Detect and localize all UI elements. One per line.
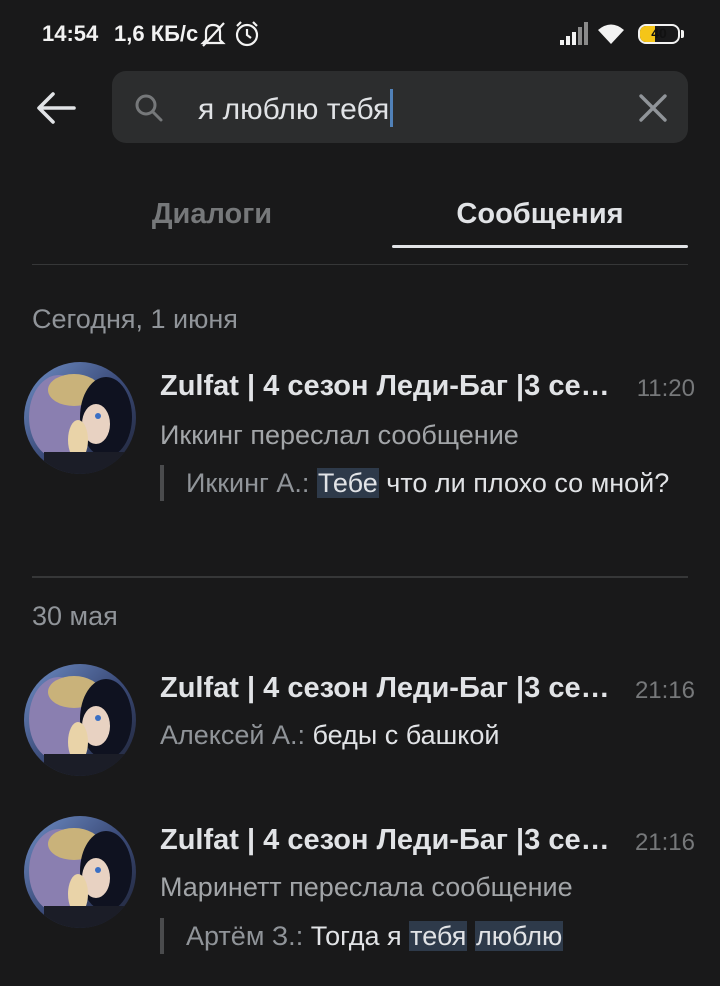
message-time: 11:20 [636,375,695,402]
search-highlight: Тебе [316,468,379,498]
mute-icon [200,20,226,53]
quote-text: что ли плохо со мной? [378,468,670,498]
forward-note: Маринетт переслала сообщение [160,872,573,902]
forwarded-quote: Артём З.: Тогда я тебя люблю [160,918,686,954]
chat-title: Zulfat | 4 сезон Леди-Баг |3 сезон [160,370,620,402]
forward-note: Иккинг переслал сообщение [160,420,519,450]
chat-avatar [24,816,136,928]
chat-title: Zulfat | 4 сезон Леди-Баг |3 сезон [160,824,620,856]
chat-title: Zulfat | 4 сезон Леди-Баг |3 сезон [160,672,620,704]
search-highlight: люблю [474,921,564,951]
close-icon [639,94,667,122]
message-time: 21:16 [634,677,695,704]
section-divider [32,576,688,578]
message-item[interactable]: Zulfat | 4 сезон Леди-Баг |3 сезон 21:16… [0,664,720,784]
status-time: 14:54 [42,21,99,46]
tab-dialogs[interactable]: Диалоги [32,198,392,231]
section-header-today: Сегодня, 1 июня [32,304,238,334]
search-field[interactable]: я люблю тебя [112,71,688,143]
status-bar: 14:54 1,6 КБ/с 40 [0,0,720,70]
active-tab-indicator [392,245,688,248]
quote-text: Тогда я [303,921,410,951]
tab-messages[interactable]: Сообщения [392,198,688,231]
tabs: Диалоги Сообщения [32,186,688,265]
message-time: 21:16 [634,829,695,856]
message-item[interactable]: Zulfat | 4 сезон Леди-Баг |3 сезон 11:20… [0,362,720,542]
search-highlight: тебя [409,921,468,951]
battery-level-text: 40 [651,25,667,41]
alarm-icon [234,20,260,53]
message-text: беды с башкой [305,720,500,750]
message-author: Алексей А.: [160,720,306,750]
message-item[interactable]: Zulfat | 4 сезон Леди-Баг |3 сезон 21:16… [0,816,720,976]
battery-icon: 40 [638,24,680,44]
quote-author: Артём З.: [186,921,304,951]
network-speed: 1,6 КБ/с [114,21,199,46]
chat-avatar [24,362,136,474]
section-header-may-30: 30 мая [32,601,118,631]
clear-search-button[interactable] [638,93,668,123]
text-cursor [390,89,394,127]
chat-avatar [24,664,136,776]
wifi-icon [596,22,626,51]
forwarded-quote: Иккинг А.: Тебе что ли плохо со мной? [160,465,686,501]
search-icon [134,93,164,128]
search-input[interactable]: я люблю тебя [198,89,394,127]
message-snippet: Алексей А.: беды с башкой [160,720,500,751]
back-button[interactable] [30,84,82,132]
back-arrow-icon [37,92,76,124]
quote-author: Иккинг А.: [186,468,310,498]
signal-icon [560,22,588,51]
